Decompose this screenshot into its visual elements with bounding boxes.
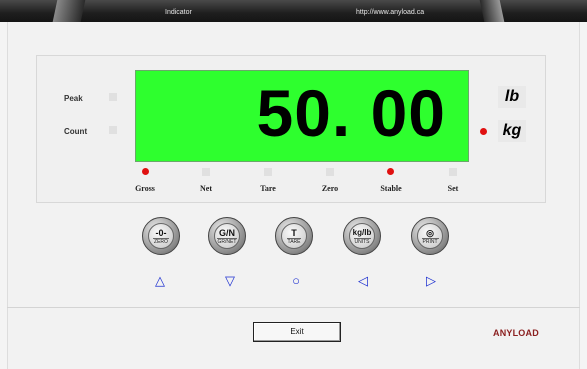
print-icon: ◎ PRINT [417, 223, 443, 249]
net-led [202, 168, 210, 176]
weight-value: 50. 00 [256, 76, 446, 150]
title-bar-decoration [479, 0, 505, 22]
exit-button[interactable]: Exit [253, 322, 341, 342]
peak-label: Peak [64, 94, 83, 103]
count-label: Count [64, 127, 88, 136]
divider [7, 307, 580, 308]
window-title: Indicator [165, 9, 192, 16]
title-bar-decoration [52, 0, 86, 22]
status-tare: Tare [260, 184, 276, 193]
tare-button[interactable]: T TARE [275, 217, 313, 255]
status-stable: Stable [380, 184, 402, 193]
status-set: Set [447, 184, 459, 193]
unit-lb: lb [498, 86, 526, 108]
peak-led [109, 93, 117, 101]
units-icon: kg/lb UNITS [349, 223, 375, 249]
tare-icon: T TARE [281, 223, 307, 249]
zero-button[interactable]: -0- ZERO [142, 217, 180, 255]
unit-kg-active-led [480, 128, 487, 135]
up-arrow-icon[interactable]: △ [150, 273, 170, 289]
circle-icon[interactable]: ○ [286, 273, 306, 288]
set-led [449, 168, 457, 176]
gross-net-button[interactable]: G/N GR/NET [208, 217, 246, 255]
stable-led [387, 168, 394, 175]
status-gross: Gross [135, 184, 155, 193]
status-zero: Zero [321, 184, 339, 193]
weight-display: 50. 00 [135, 70, 469, 162]
left-arrow-icon[interactable]: ◁ [353, 273, 373, 289]
unit-kg: kg [498, 120, 526, 142]
count-led [109, 126, 117, 134]
zero-led [326, 168, 334, 176]
down-arrow-icon[interactable]: ▽ [220, 273, 240, 289]
units-button[interactable]: kg/lb UNITS [343, 217, 381, 255]
gross-led [142, 168, 149, 175]
title-bar: Indicator http://www.anyload.ca [0, 0, 587, 22]
status-net: Net [200, 184, 212, 193]
right-arrow-icon[interactable]: ▷ [421, 273, 441, 289]
window-url: http://www.anyload.ca [356, 9, 425, 16]
print-button[interactable]: ◎ PRINT [411, 217, 449, 255]
anyload-logo: ANYLOAD [493, 328, 539, 338]
tare-led [264, 168, 272, 176]
gross-net-icon: G/N GR/NET [214, 223, 240, 249]
zero-icon: -0- ZERO [148, 223, 174, 249]
